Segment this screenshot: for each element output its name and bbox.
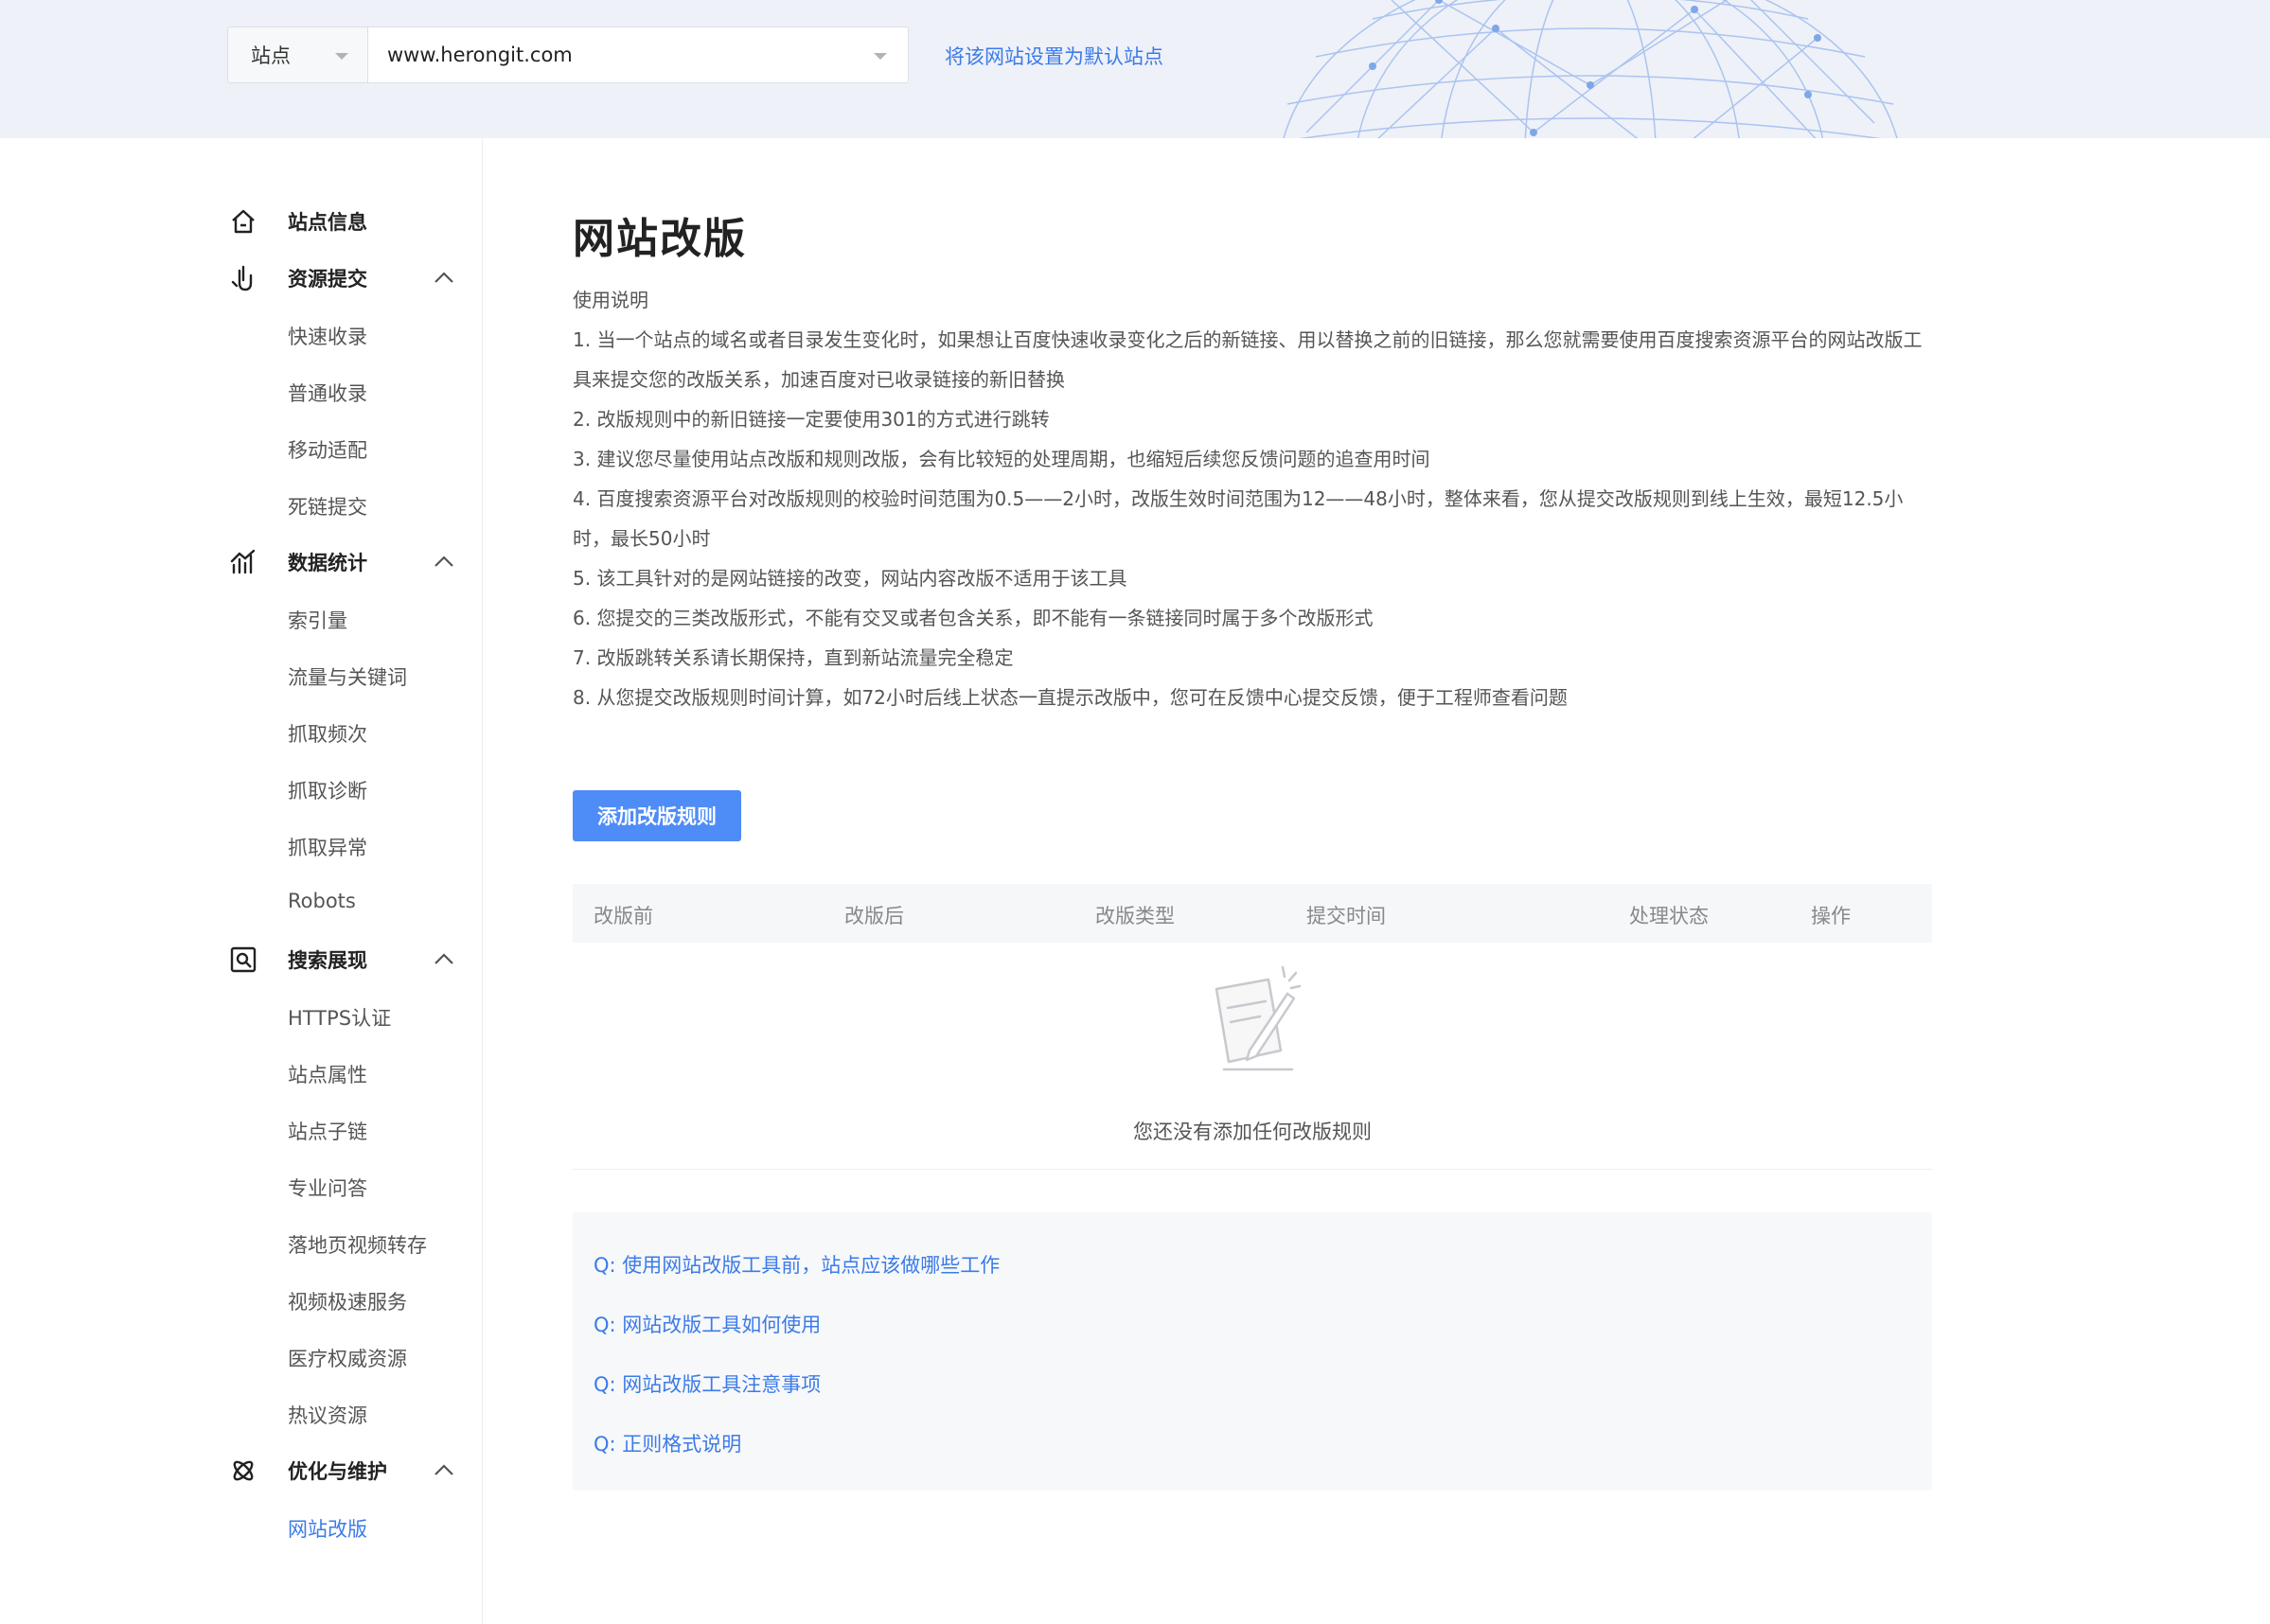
sidebar-item-crawl-frequency[interactable]: 抓取频次 [288, 719, 367, 748]
sidebar-item-fast-index[interactable]: 快速收录 [288, 322, 367, 350]
site-url-select[interactable]: www.herongit.com [367, 26, 909, 83]
sidebar-group-label: 优化与维护 [288, 1460, 387, 1483]
faq-link[interactable]: Q: 网站改版工具如何使用 [594, 1310, 821, 1338]
instruction-item: 2. 改版规则中的新旧链接一定要使用301的方式进行跳转 [573, 408, 1050, 431]
sidebar-item-trending-resources[interactable]: 热议资源 [288, 1401, 367, 1429]
faq-panel: Q: 使用网站改版工具前，站点应该做哪些工作 Q: 网站改版工具如何使用 Q: … [573, 1212, 1932, 1491]
search-display-icon [227, 944, 259, 976]
instruction-item: 3. 建议您尽量使用站点改版和规则改版，会有比较短的处理周期，也缩短后续您反馈问… [573, 448, 1430, 470]
column-header: 提交时间 [1306, 905, 1386, 927]
empty-document-icon [1215, 965, 1302, 1071]
sidebar-item-index-volume[interactable]: 索引量 [288, 606, 347, 634]
caret-down-icon [874, 53, 887, 60]
sidebar-item-site-revision[interactable]: 网站改版 [288, 1514, 367, 1543]
sidebar-item-expert-qa[interactable]: 专业问答 [288, 1174, 367, 1202]
faq-link[interactable]: Q: 使用网站改版工具前，站点应该做哪些工作 [594, 1250, 1000, 1279]
sidebar-group-label: 数据统计 [288, 552, 367, 574]
sidebar-item-mobile-adapt[interactable]: 移动适配 [288, 435, 367, 464]
top-header: 站点 www.herongit.com 将该网站设置为默认站点 [0, 0, 2270, 138]
instructions-heading: 使用说明 [573, 289, 648, 311]
sidebar-item-traffic-keywords[interactable]: 流量与关键词 [288, 662, 407, 691]
optimize-icon [227, 1455, 259, 1487]
table-header: 改版前 改版后 改版类型 提交时间 处理状态 操作 [573, 884, 1932, 943]
sidebar-group-label: 搜索展现 [288, 949, 367, 972]
chevron-up-icon[interactable] [434, 1463, 454, 1476]
instruction-item: 5. 该工具针对的是网站链接的改变，网站内容改版不适用于该工具 [573, 567, 1127, 590]
column-header: 操作 [1811, 905, 1851, 927]
sidebar-item-dead-link[interactable]: 死链提交 [288, 492, 367, 521]
submit-icon [227, 262, 259, 294]
sidebar-item-sitelinks[interactable]: 站点子链 [288, 1117, 367, 1145]
site-type-select[interactable]: 站点 [227, 26, 367, 83]
column-header: 改版后 [844, 905, 904, 927]
sidebar-item-video-speed[interactable]: 视频极速服务 [288, 1287, 407, 1315]
instruction-item: 4. 百度搜索资源平台对改版规则的校验时间范围为0.5——2小时，改版生效时间范… [573, 487, 1904, 550]
faq-link[interactable]: Q: 正则格式说明 [594, 1429, 741, 1457]
home-icon [227, 205, 259, 238]
instruction-item: 7. 改版跳转关系请长期保持，直到新站流量完全稳定 [573, 646, 1014, 669]
faq-link[interactable]: Q: 网站改版工具注意事项 [594, 1369, 821, 1398]
caret-down-icon [335, 53, 348, 60]
sidebar-item-normal-index[interactable]: 普通收录 [288, 379, 367, 407]
sidebar-item-site-attributes[interactable]: 站点属性 [288, 1060, 367, 1088]
sidebar-group-label: 资源提交 [288, 268, 367, 291]
chevron-up-icon[interactable] [434, 555, 454, 568]
instruction-item: 6. 您提交的三类改版形式，不能有交叉或者包含关系，即不能有一条链接同时属于多个… [573, 607, 1374, 629]
sidebar-group-label: 站点信息 [288, 211, 367, 234]
site-url-value: www.herongit.com [387, 44, 573, 66]
sidebar-group-site-info[interactable]: 站点信息 [227, 203, 454, 240]
instruction-item: 8. 从您提交改版规则时间计算，如72小时后线上状态一直提示改版中，您可在反馈中… [573, 686, 1568, 709]
column-header: 改版类型 [1095, 905, 1175, 927]
sidebar-item-medical-resources[interactable]: 医疗权威资源 [288, 1344, 407, 1372]
sidebar-group-statistics[interactable]: 数据统计 [227, 543, 454, 581]
chevron-up-icon[interactable] [434, 271, 454, 284]
empty-state: 您还没有添加任何改版规则 [573, 943, 1932, 1170]
sidebar-item-robots[interactable]: Robots [288, 890, 356, 912]
add-revision-rule-button[interactable]: 添加改版规则 [573, 790, 741, 841]
sidebar-group-search-display[interactable]: 搜索展现 [227, 941, 454, 979]
column-header: 处理状态 [1629, 905, 1709, 927]
instructions: 使用说明 1. 当一个站点的域名或者目录发生变化时，如果想让百度快速收录变化之后… [573, 280, 1936, 717]
chart-icon [227, 546, 259, 578]
sidebar-group-resource-submit[interactable]: 资源提交 [227, 259, 454, 297]
set-default-site-link[interactable]: 将该网站设置为默认站点 [945, 42, 1163, 70]
site-type-label: 站点 [251, 44, 291, 67]
chevron-up-icon[interactable] [434, 952, 454, 965]
sidebar-group-optimize[interactable]: 优化与维护 [227, 1452, 454, 1490]
page-title: 网站改版 [573, 215, 747, 263]
globe-decoration-icon [1283, 0, 1898, 138]
sidebar-item-https[interactable]: HTTPS认证 [288, 1003, 391, 1032]
sidebar-item-crawl-errors[interactable]: 抓取异常 [288, 833, 367, 861]
column-header: 改版前 [594, 905, 653, 927]
sidebar: 站点信息 资源提交 快速收录 普通收录 移动适配 死链提交 数据统计 索引量 流… [0, 138, 483, 1624]
instruction-item: 1. 当一个站点的域名或者目录发生变化时，如果想让百度快速收录变化之后的新链接、… [573, 328, 1923, 391]
sidebar-item-crawl-diagnosis[interactable]: 抓取诊断 [288, 776, 367, 804]
sidebar-item-landing-video[interactable]: 落地页视频转存 [288, 1230, 427, 1259]
empty-state-text: 您还没有添加任何改版规则 [1133, 1121, 1372, 1143]
